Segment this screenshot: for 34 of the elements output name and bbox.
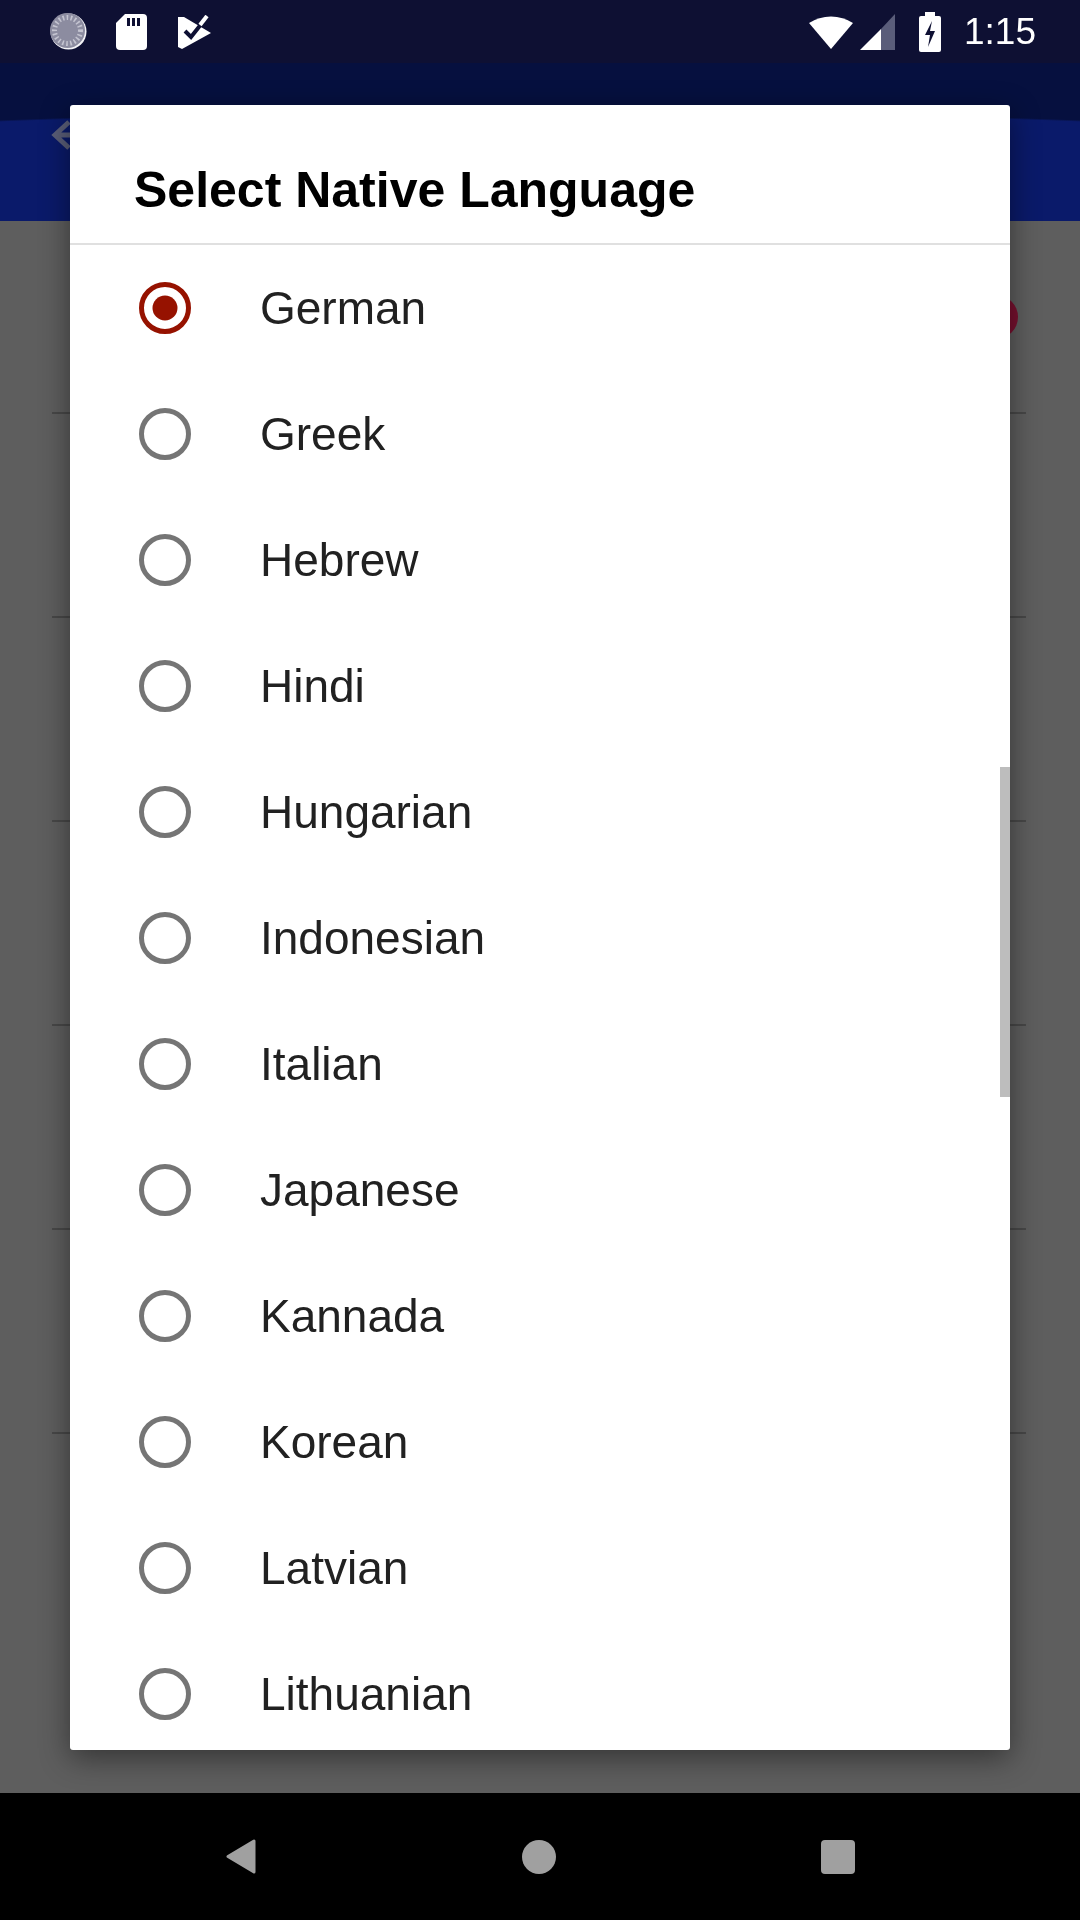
language-option[interactable]: Kannada: [70, 1253, 999, 1379]
radio-button[interactable]: [139, 1038, 191, 1090]
language-option[interactable]: Hindi: [70, 623, 999, 749]
radio-button[interactable]: [139, 408, 191, 460]
status-time: 1:15: [964, 13, 1036, 50]
checkmark-tag-icon: [178, 14, 211, 49]
signal-icon: [860, 13, 895, 50]
spinner-icon: [50, 13, 87, 50]
battery-charging-icon: [919, 11, 941, 52]
language-option[interactable]: Hebrew: [70, 497, 999, 623]
dialog-title: Select Native Language: [134, 161, 696, 220]
language-option[interactable]: Greek: [70, 371, 999, 497]
language-option[interactable]: Korean: [70, 1379, 999, 1505]
language-option[interactable]: Latvian: [70, 1505, 999, 1631]
wifi-icon: [809, 14, 853, 49]
recents-button[interactable]: [820, 1839, 855, 1874]
language-option[interactable]: Lithuanian: [70, 1631, 999, 1750]
radio-button[interactable]: [139, 282, 191, 334]
radio-button[interactable]: [139, 1416, 191, 1468]
language-option[interactable]: Italian: [70, 1001, 999, 1127]
radio-button[interactable]: [139, 1164, 191, 1216]
radio-button[interactable]: [139, 1542, 191, 1594]
language-option[interactable]: Japanese: [70, 1127, 999, 1253]
radio-button[interactable]: [139, 660, 191, 712]
radio-button[interactable]: [139, 1290, 191, 1342]
radio-button[interactable]: [139, 786, 191, 838]
back-button[interactable]: [225, 1839, 256, 1874]
radio-button[interactable]: [139, 912, 191, 964]
language-option[interactable]: Indonesian: [70, 875, 999, 1001]
radio-button[interactable]: [139, 1668, 191, 1720]
language-option[interactable]: Hungarian: [70, 749, 999, 875]
sd-card-icon: [116, 13, 147, 50]
radio-button[interactable]: [139, 534, 191, 586]
home-button[interactable]: [521, 1839, 556, 1874]
